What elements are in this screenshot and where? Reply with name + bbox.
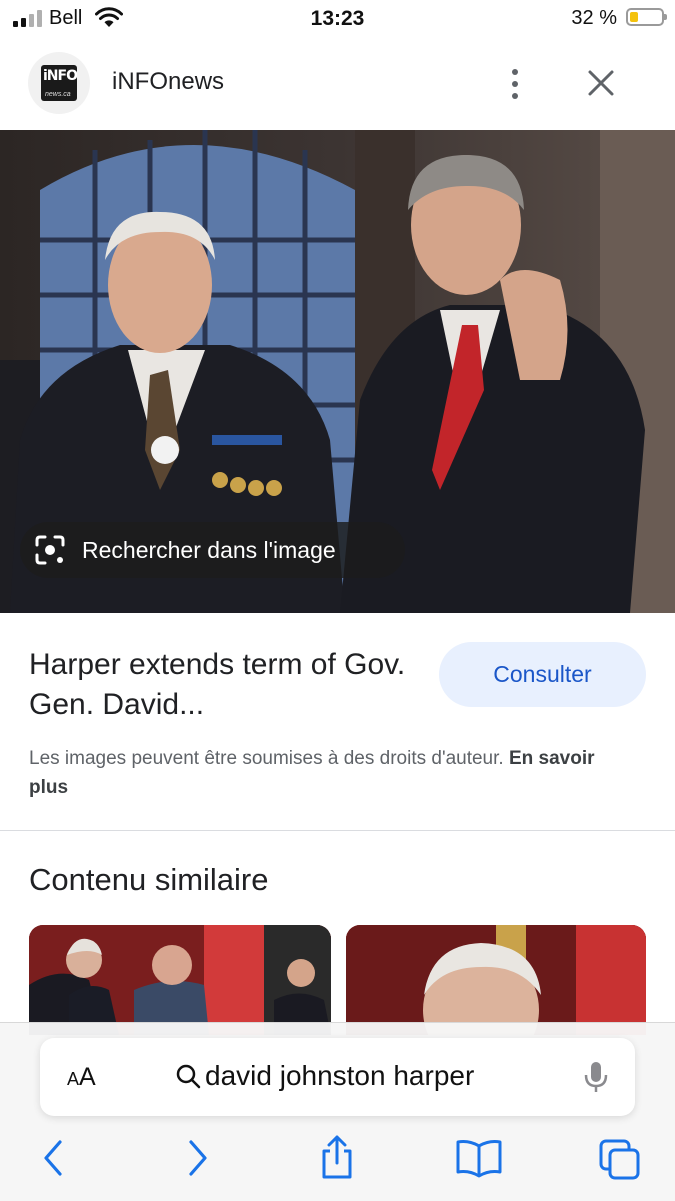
tabs-icon — [599, 1139, 640, 1180]
search-query-text: david johnston harper — [205, 1060, 475, 1091]
lens-icon — [35, 535, 65, 565]
battery-icon — [626, 8, 667, 26]
similar-photo — [29, 925, 331, 1035]
lens-search-chip[interactable]: Rechercher dans l'image — [20, 522, 405, 578]
search-icon — [176, 1064, 201, 1089]
divider — [0, 830, 675, 831]
similar-thumbnail[interactable] — [29, 925, 331, 1035]
search-query[interactable]: david johnston harper — [175, 1060, 474, 1092]
source-logo-text: iNFO — [43, 68, 77, 84]
address-bar[interactable]: AA david johnston harper — [40, 1038, 635, 1116]
forward-button[interactable] — [185, 1138, 211, 1183]
similar-content-title: Contenu similaire — [29, 862, 269, 897]
chevron-right-icon — [189, 1140, 207, 1176]
close-button[interactable] — [584, 66, 618, 100]
battery-percent: 32 % — [571, 7, 617, 29]
more-options-button[interactable] — [500, 64, 530, 104]
bookmarks-button[interactable] — [455, 1138, 503, 1183]
text-size-button[interactable]: AA — [67, 1063, 96, 1092]
lens-search-label: Rechercher dans l'image — [82, 536, 336, 563]
tabs-button[interactable] — [598, 1138, 642, 1187]
source-name[interactable]: iNFOnews — [112, 68, 224, 96]
browser-toolbar: AA david johnston harper — [0, 1022, 675, 1201]
microphone-button[interactable] — [583, 1060, 609, 1099]
copyright-notice: Les images peuvent être soumises à des d… — [29, 744, 629, 802]
book-icon — [456, 1140, 502, 1178]
copyright-text: Les images peuvent être soumises à des d… — [29, 748, 509, 769]
source-logo-subtext: news.ca — [45, 91, 71, 98]
chevron-left-icon — [44, 1140, 62, 1176]
back-button[interactable] — [40, 1138, 66, 1183]
source-header: iNFO news.ca iNFOnews — [0, 44, 675, 124]
result-image[interactable]: Rechercher dans l'image — [0, 130, 675, 613]
source-logo[interactable]: iNFO news.ca — [28, 52, 90, 114]
more-vert-icon — [512, 69, 518, 75]
similar-thumbnail[interactable] — [346, 925, 646, 1035]
microphone-icon — [584, 1062, 608, 1092]
visit-button[interactable]: Consulter — [439, 642, 646, 707]
status-bar: Bell 13:23 32 % — [0, 0, 675, 38]
result-title[interactable]: Harper extends term of Gov. Gen. David..… — [29, 645, 419, 725]
share-button[interactable] — [318, 1133, 356, 1186]
share-icon — [322, 1135, 352, 1179]
close-icon — [588, 70, 614, 96]
similar-photo — [346, 925, 646, 1035]
